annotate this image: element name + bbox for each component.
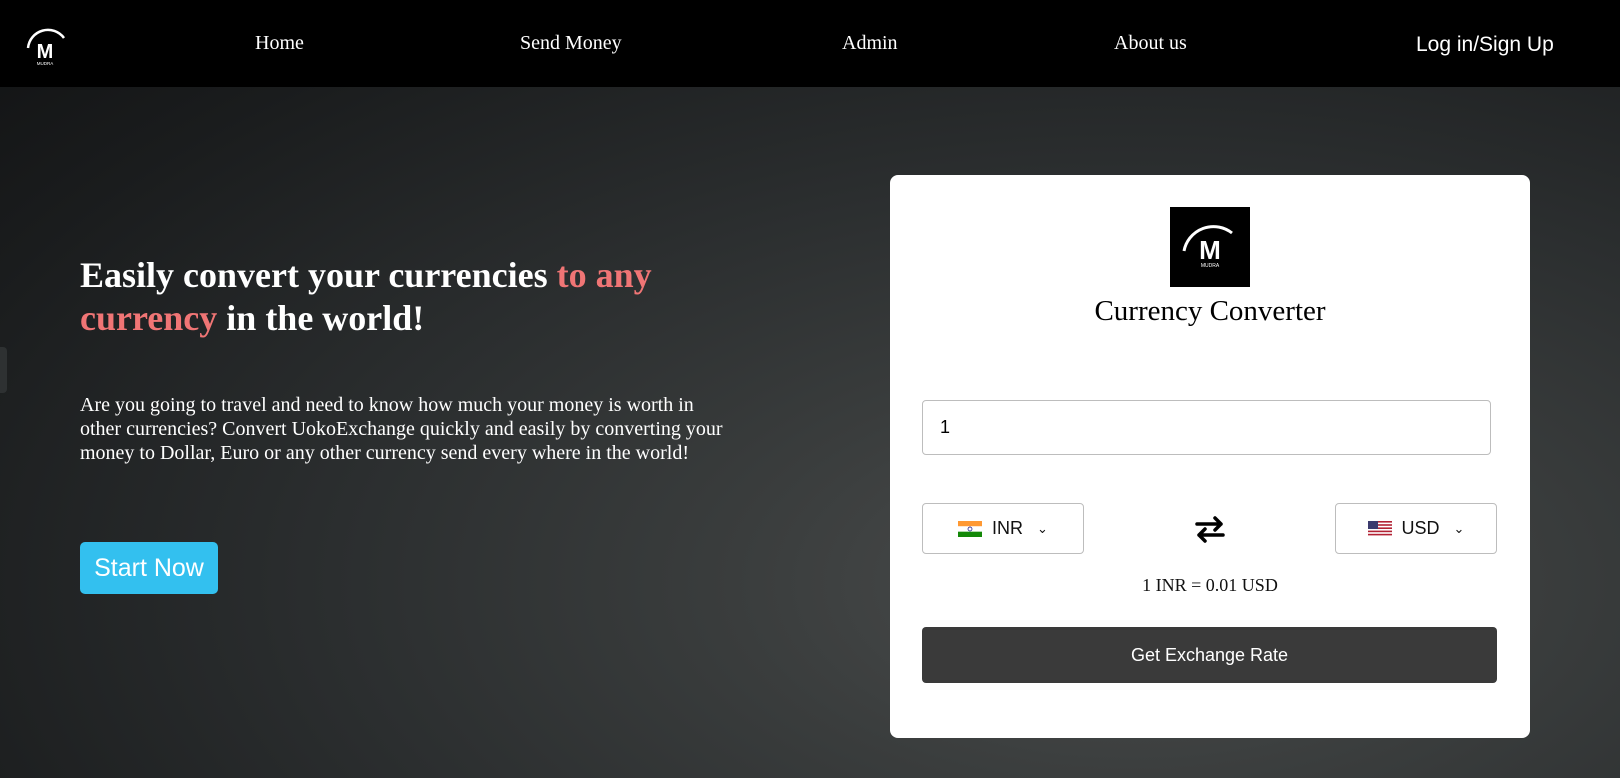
converter-card: M MUDRA Currency Converter INR ⌄ USD ⌄ xyxy=(890,175,1530,738)
hero-title: Easily convert your currencies to any cu… xyxy=(80,254,720,340)
hero-title-part2: in the world! xyxy=(217,298,425,338)
svg-text:M: M xyxy=(1199,235,1221,265)
nav-home[interactable]: Home xyxy=(255,32,304,55)
chevron-down-icon: ⌄ xyxy=(1037,520,1048,536)
converter-logo: M MUDRA xyxy=(1170,207,1250,287)
to-currency-label: USD xyxy=(1401,518,1440,538)
hero-description: Are you going to travel and need to know… xyxy=(80,394,723,464)
chevron-down-icon: ⌄ xyxy=(1453,520,1465,536)
nav-admin[interactable]: Admin xyxy=(842,32,898,55)
exchange-rate-text: 1 INR = 0.01 USD xyxy=(1142,575,1278,595)
nav-send-money[interactable]: Send Money xyxy=(520,32,622,55)
nav-login-signup[interactable]: Log in/Sign Up xyxy=(1416,33,1554,57)
hero-title-part1: Easily convert your currencies xyxy=(80,255,557,295)
india-flag-icon xyxy=(958,520,983,537)
us-flag-icon xyxy=(1367,520,1392,537)
from-currency-select[interactable]: INR ⌄ xyxy=(922,503,1084,554)
converter-title: Currency Converter xyxy=(1094,295,1326,327)
svg-text:M: M xyxy=(37,41,54,63)
side-tab-handle[interactable] xyxy=(0,347,7,393)
start-now-button[interactable]: Start Now xyxy=(80,542,218,594)
to-currency-select[interactable]: USD ⌄ xyxy=(1335,503,1497,554)
svg-text:MUDRA: MUDRA xyxy=(1201,263,1220,269)
amount-input[interactable] xyxy=(922,400,1491,455)
top-navbar: M MUDRA Home Send Money Admin About us L… xyxy=(0,0,1620,87)
from-currency-label: INR xyxy=(992,518,1024,538)
mudra-logo-icon: M MUDRA xyxy=(1182,225,1233,269)
swap-arrows-icon[interactable] xyxy=(1193,514,1227,544)
svg-text:MUDRA: MUDRA xyxy=(37,61,54,66)
get-exchange-rate-button[interactable]: Get Exchange Rate xyxy=(922,627,1497,683)
mudra-logo-icon[interactable]: M MUDRA xyxy=(22,28,68,66)
nav-about[interactable]: About us xyxy=(1114,32,1187,55)
